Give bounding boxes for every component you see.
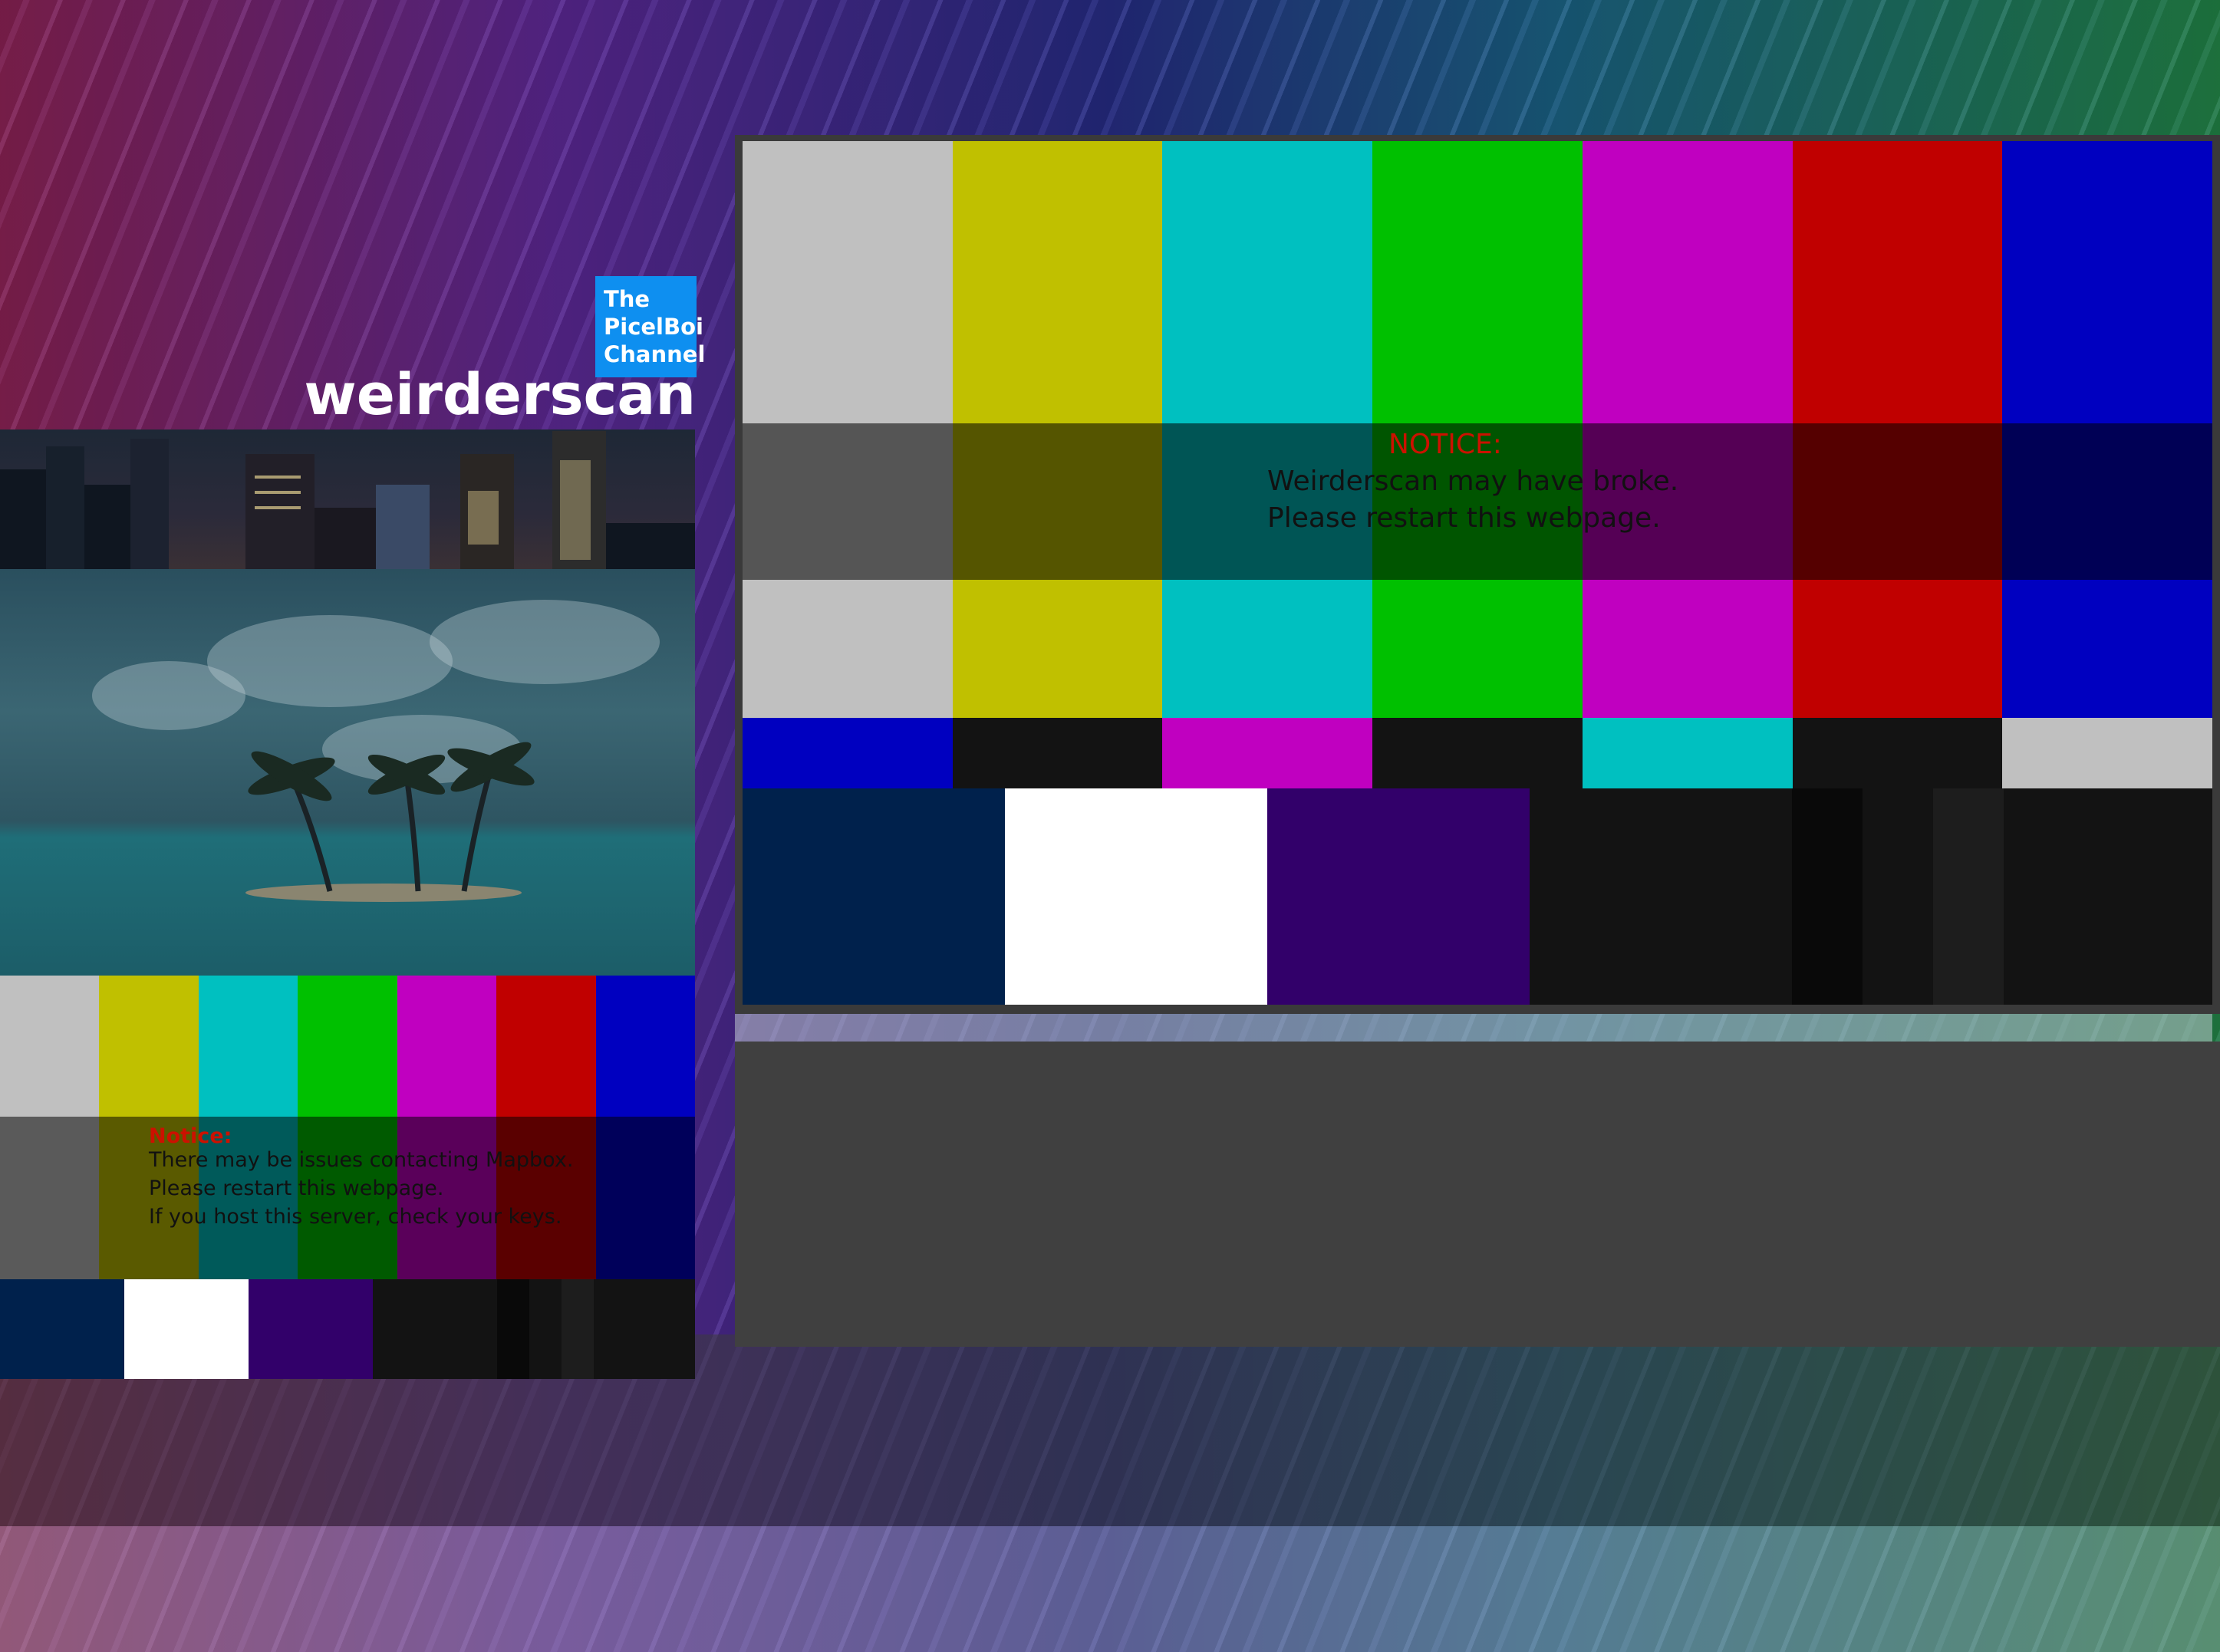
left-notice: Notice: There may be issues contacting M… xyxy=(149,1124,686,1231)
bar-red xyxy=(496,976,596,1117)
main-notice-line-2: Please restart this webpage. xyxy=(1267,502,1661,534)
bar-gray xyxy=(743,141,953,423)
main-notice-line-1: Weirderscan may have broke. xyxy=(1267,466,1679,497)
logo-line-1: The xyxy=(604,286,651,312)
bar-magenta xyxy=(397,976,497,1117)
bar-gray xyxy=(0,976,100,1117)
bar-magenta xyxy=(1582,141,1793,423)
main-bars-repeat xyxy=(743,580,2213,718)
palm-trees-illustration xyxy=(245,742,535,902)
left-notice-line-3: If you host this server, check your keys… xyxy=(149,1205,562,1229)
bar-red xyxy=(1792,141,2003,423)
left-pluge-blocks xyxy=(0,1279,695,1379)
main-notice: NOTICE: Weirderscan may have broke. Plea… xyxy=(1267,426,1958,537)
left-notice-heading: Notice: xyxy=(149,1124,232,1148)
tropical-island-image xyxy=(0,569,695,976)
logo-line-2: PicelBoi xyxy=(604,314,703,340)
left-notice-line-1: There may be issues contacting Mapbox. xyxy=(149,1148,574,1172)
bar-green xyxy=(1372,141,1583,423)
city-skyline-image xyxy=(0,429,695,569)
bar-blue xyxy=(595,976,695,1117)
main-bars-mid xyxy=(743,718,2213,788)
bar-blue xyxy=(2002,141,2213,423)
background-strip-gray xyxy=(735,1014,2212,1042)
bar-yellow xyxy=(952,141,1163,423)
bar-cyan xyxy=(1162,141,1373,423)
site-title: weirderscan xyxy=(304,362,696,428)
main-bars-top xyxy=(743,141,2213,423)
background-band-light xyxy=(0,1526,2220,1652)
left-notice-line-2: Please restart this webpage. xyxy=(149,1176,444,1200)
main-test-card xyxy=(735,135,2220,1014)
bar-yellow xyxy=(99,976,199,1117)
main-notice-heading: NOTICE: xyxy=(1388,429,1502,460)
empty-content-panel xyxy=(735,1042,2220,1347)
main-pluge-row xyxy=(743,788,2212,1005)
bar-cyan xyxy=(198,976,298,1117)
left-bars-top xyxy=(0,976,695,1117)
bar-green xyxy=(298,976,397,1117)
